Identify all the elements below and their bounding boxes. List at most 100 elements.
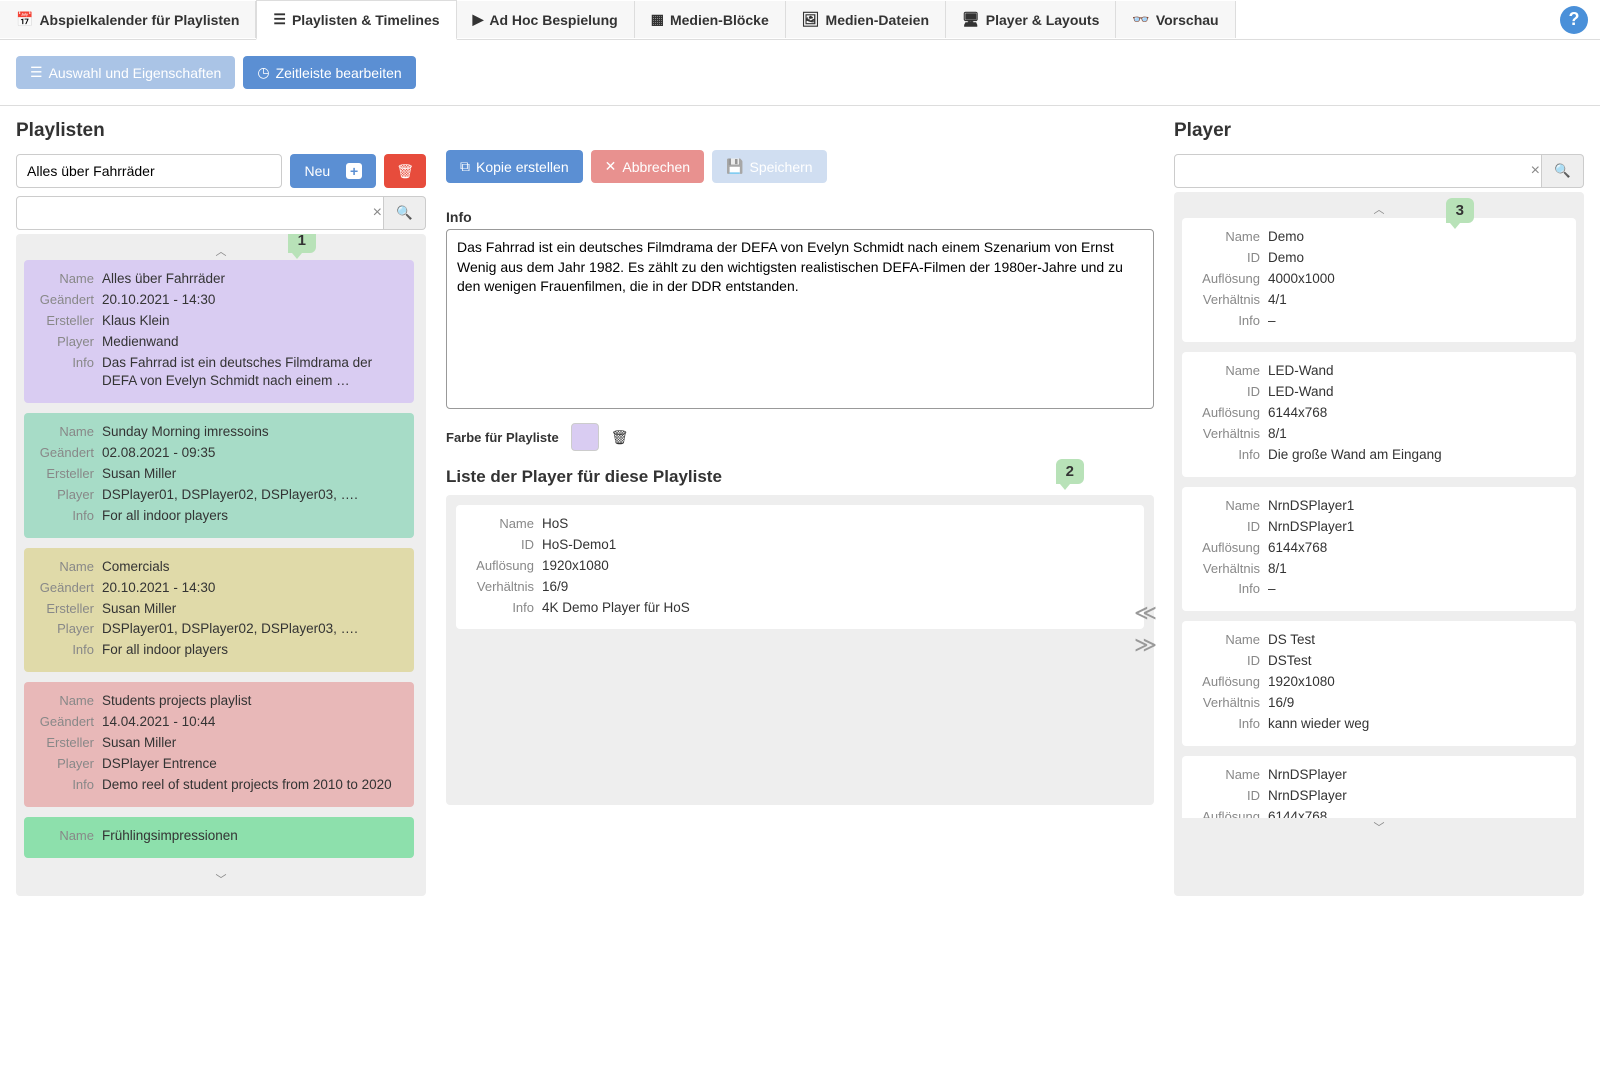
grid-icon: ▦: [651, 11, 664, 28]
card-label: Verhältnis: [1194, 425, 1268, 444]
scroll-up-icon[interactable]: ︿: [24, 242, 418, 260]
card-value: HoS-Demo1: [542, 536, 1132, 555]
button-label: Abbrechen: [622, 159, 690, 175]
card-label: Name: [1194, 631, 1268, 650]
card-label: Ersteller: [36, 465, 102, 484]
card-label: Player: [36, 620, 102, 639]
card-value: 6144x768: [1268, 808, 1564, 818]
card-label: Name: [1194, 228, 1268, 247]
card-value: Susan Miller: [102, 734, 402, 753]
tab-label: Medien-Blöcke: [670, 12, 769, 28]
clear-search-icon[interactable]: ×: [373, 204, 382, 222]
card-value: LED-Wand: [1268, 362, 1564, 381]
color-swatch[interactable]: [571, 423, 599, 451]
tab-media-blocks[interactable]: ▦ Medien-Blöcke: [635, 1, 786, 38]
edit-timeline-button[interactable]: ◷Zeitleiste bearbeiten: [243, 56, 415, 89]
tab-player-layouts[interactable]: 🖥Player & Layouts: [946, 1, 1116, 38]
card-value: Alles über Fahrräder: [102, 270, 402, 289]
playlist-card[interactable]: NameSunday Morning imressoinsGeändert02.…: [24, 413, 414, 537]
clock-icon: ◷: [257, 64, 269, 81]
card-value: For all indoor players: [102, 507, 402, 526]
card-label: Auflösung: [468, 557, 542, 576]
player-card[interactable]: NameDS TestIDDSTestAuflösung1920x1080Ver…: [1182, 621, 1576, 745]
card-value: Comercials: [102, 558, 402, 577]
card-value: NrnDSPlayer1: [1268, 518, 1564, 537]
card-label: Info: [36, 507, 102, 526]
card-label: Auflösung: [1194, 808, 1268, 818]
new-button[interactable]: Neu +: [290, 154, 376, 188]
play-icon: ▶: [473, 11, 484, 28]
plus-icon: +: [346, 163, 362, 179]
player-search-input[interactable]: [1174, 154, 1542, 188]
card-label: Name: [36, 270, 102, 289]
move-left-icon[interactable]: ≪: [1134, 600, 1157, 626]
help-icon[interactable]: ?: [1560, 6, 1588, 34]
tab-calendar[interactable]: 📅 Abspielkalender für Playlisten: [0, 1, 256, 38]
player-card[interactable]: NameNrnDSPlayerIDNrnDSPlayerAuflösung614…: [1182, 756, 1576, 818]
search-button[interactable]: 🔍: [384, 196, 426, 230]
move-arrows: ≪ ≫: [1134, 600, 1157, 658]
playlist-search-input[interactable]: [16, 196, 384, 230]
tab-playlists-timelines[interactable]: ☰Playlisten & Timelines: [256, 0, 456, 40]
button-label: Neu: [304, 163, 330, 179]
card-value: HoS: [542, 515, 1132, 534]
button-label: Kopie erstellen: [476, 159, 569, 175]
playlist-card[interactable]: NameFrühlingsimpressionen: [24, 817, 414, 858]
card-label: Geändert: [36, 444, 102, 463]
card-value: NrnDSPlayer: [1268, 766, 1564, 785]
card-value: 4/1: [1268, 291, 1564, 310]
card-label: Name: [1194, 497, 1268, 516]
playlist-card[interactable]: NameComercialsGeändert20.10.2021 - 14:30…: [24, 548, 414, 672]
delete-button[interactable]: 🗑: [384, 154, 426, 188]
move-right-icon[interactable]: ≫: [1134, 632, 1157, 658]
card-value: Demo reel of student projects from 2010 …: [102, 776, 402, 795]
cancel-button[interactable]: ✕Abbrechen: [591, 150, 704, 183]
card-value: DS Test: [1268, 631, 1564, 650]
card-value: DSPlayer01, DSPlayer02, DSPlayer03, ….: [102, 620, 402, 639]
player-scroll-up-icon[interactable]: ︿: [1182, 200, 1576, 218]
card-value: DSPlayer Entrence: [102, 755, 402, 774]
card-value: –: [1268, 580, 1564, 599]
playlist-card[interactable]: NameStudents projects playlistGeändert14…: [24, 682, 414, 806]
card-label: Auflösung: [1194, 270, 1268, 289]
scroll-down-icon[interactable]: ﹀: [24, 870, 418, 888]
calendar-icon: 📅: [16, 11, 33, 28]
card-value: Students projects playlist: [102, 692, 402, 711]
clear-player-search-icon[interactable]: ×: [1531, 162, 1540, 180]
save-button[interactable]: 💾Speichern: [712, 150, 826, 183]
player-card[interactable]: NameNrnDSPlayer1IDNrnDSPlayer1Auflösung6…: [1182, 487, 1576, 611]
selection-properties-button[interactable]: ☰Auswahl und Eigenschaften: [16, 56, 235, 89]
card-value: LED-Wand: [1268, 383, 1564, 402]
card-label: Ersteller: [36, 734, 102, 753]
player-card[interactable]: NameLED-WandIDLED-WandAuflösung6144x768V…: [1182, 352, 1576, 476]
player-list-heading: Liste der Player für diese Playliste: [446, 467, 1154, 487]
player-scroll-down-icon[interactable]: ﹀: [1182, 818, 1576, 836]
tab-preview[interactable]: 👓Vorschau: [1116, 1, 1235, 38]
playlist-name-input[interactable]: [16, 154, 282, 188]
card-label: Name: [36, 692, 102, 711]
card-label: Geändert: [36, 713, 102, 732]
tab-media-files[interactable]: 🖼Medien-Dateien: [786, 1, 946, 38]
copy-button[interactable]: ⧉Kopie erstellen: [446, 150, 583, 183]
tab-adhoc[interactable]: ▶Ad Hoc Bespielung: [457, 1, 635, 38]
color-label: Farbe für Playliste: [446, 430, 559, 445]
tab-label: Abspielkalender für Playlisten: [39, 12, 239, 28]
card-label: ID: [1194, 787, 1268, 806]
card-label: ID: [1194, 518, 1268, 537]
info-textarea[interactable]: Das Fahrrad ist ein deutsches Filmdrama …: [446, 229, 1154, 409]
info-label: Info: [446, 209, 1154, 225]
card-value: DSTest: [1268, 652, 1564, 671]
card-value: 4000x1000: [1268, 270, 1564, 289]
card-value: 4K Demo Player für HoS: [542, 599, 1132, 618]
player-card[interactable]: NameDemoIDDemoAuflösung4000x1000Verhältn…: [1182, 218, 1576, 342]
trash-color-icon[interactable]: 🗑: [611, 429, 629, 446]
player-search-button[interactable]: 🔍: [1542, 154, 1584, 188]
card-value: Susan Miller: [102, 600, 402, 619]
playlist-card[interactable]: NameAlles über FahrräderGeändert20.10.20…: [24, 260, 414, 403]
search-icon: 🔍: [396, 205, 413, 221]
all-player-list: NameDemoIDDemoAuflösung4000x1000Verhältn…: [1182, 218, 1576, 818]
card-value: Klaus Klein: [102, 312, 402, 331]
card-label: Name: [36, 558, 102, 577]
assigned-player-list: NameHoSIDHoS-Demo1Auflösung1920x1080Verh…: [446, 495, 1154, 805]
assigned-player-card[interactable]: NameHoSIDHoS-Demo1Auflösung1920x1080Verh…: [456, 505, 1144, 629]
